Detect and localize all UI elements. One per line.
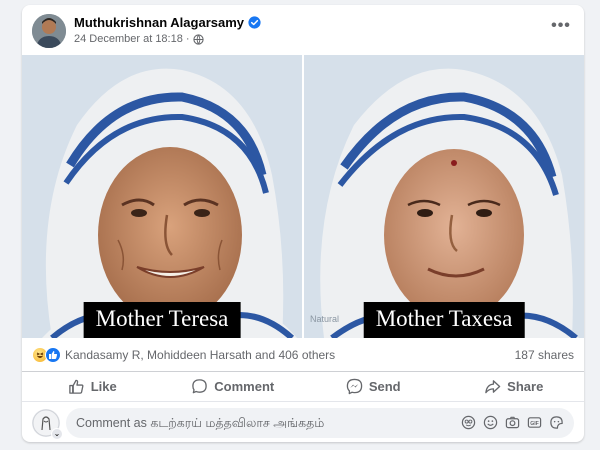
shares-count[interactable]: 187 shares bbox=[515, 348, 574, 362]
comment-box: GIF bbox=[66, 407, 574, 438]
more-options-icon[interactable]: ••• bbox=[548, 18, 574, 39]
chevron-down-icon[interactable]: ⌄ bbox=[51, 427, 63, 440]
comment-button[interactable]: Comment bbox=[163, 372, 304, 401]
post-header: Muthukrishnan Alagarsamy 24 December at … bbox=[22, 5, 584, 55]
author-name-row: Muthukrishnan Alagarsamy bbox=[74, 15, 261, 30]
like-reaction-icon bbox=[45, 346, 61, 363]
sticker-icon[interactable] bbox=[549, 415, 564, 430]
post-timestamp[interactable]: 24 December at 18:18 bbox=[74, 33, 183, 45]
share-arrow-icon bbox=[485, 380, 501, 394]
post-images: Mother Teresa Natural Mother Taxesa bbox=[22, 55, 584, 338]
send-button[interactable]: Send bbox=[303, 372, 444, 401]
image-right[interactable]: Natural Mother Taxesa bbox=[304, 55, 584, 338]
reactors-text[interactable]: Kandasamy R, Mohiddeen Harsath and 406 o… bbox=[65, 348, 335, 362]
avatar-sticker-icon[interactable] bbox=[461, 415, 476, 430]
speech-bubble-icon bbox=[192, 379, 208, 394]
reactions-summary: Kandasamy R, Mohiddeen Harsath and 406 o… bbox=[22, 338, 584, 372]
commenter-avatar[interactable]: ⌄ bbox=[32, 408, 63, 440]
gif-icon[interactable]: GIF bbox=[527, 415, 542, 430]
send-label: Send bbox=[368, 379, 401, 394]
watermark-text: Natural bbox=[310, 314, 340, 324]
image-left[interactable]: Mother Teresa bbox=[22, 55, 302, 338]
comment-label: Comment bbox=[214, 379, 275, 394]
svg-text:GIF: GIF bbox=[530, 421, 539, 427]
post-actions: Like Comment Send Share bbox=[22, 372, 584, 402]
messenger-icon bbox=[346, 378, 363, 395]
thumbs-up-icon bbox=[68, 379, 84, 394]
verified-badge-icon bbox=[248, 16, 261, 29]
reaction-icons[interactable] bbox=[32, 346, 61, 363]
author-name[interactable]: Muthukrishnan Alagarsamy bbox=[74, 15, 244, 30]
comment-tools: GIF bbox=[461, 415, 564, 430]
post-meta: 24 December at 18:18 · bbox=[74, 33, 204, 45]
post-card: Muthukrishnan Alagarsamy 24 December at … bbox=[22, 5, 584, 442]
globe-icon[interactable] bbox=[192, 33, 204, 45]
meta-separator: · bbox=[185, 33, 190, 45]
like-label: Like bbox=[90, 379, 117, 394]
comment-input[interactable] bbox=[76, 415, 461, 430]
image-caption-left: Mother Teresa bbox=[83, 302, 241, 338]
like-button[interactable]: Like bbox=[22, 372, 163, 401]
emoji-icon[interactable] bbox=[483, 415, 498, 430]
camera-icon[interactable] bbox=[505, 415, 520, 430]
comment-composer: ⌄ Comment as கடற்கரய் மத்தவிலாச அங்கதம் … bbox=[22, 403, 584, 442]
share-label: Share bbox=[507, 379, 544, 394]
share-button[interactable]: Share bbox=[444, 372, 585, 401]
author-avatar[interactable] bbox=[32, 14, 66, 48]
image-caption-right: Mother Taxesa bbox=[363, 302, 525, 338]
